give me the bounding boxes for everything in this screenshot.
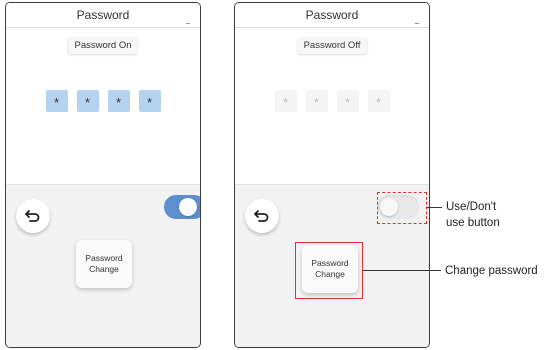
callout-text: use button bbox=[446, 217, 500, 229]
pin-digit: * bbox=[274, 90, 297, 112]
password-change-button[interactable]: Password Change bbox=[76, 240, 132, 288]
button-label: Change bbox=[89, 264, 119, 274]
change-leader-line bbox=[363, 270, 441, 271]
pin-field: * * * * bbox=[235, 90, 429, 112]
control-area: Password Change bbox=[6, 184, 200, 347]
screen-title: Password bbox=[6, 3, 200, 28]
change-highlight-box bbox=[295, 242, 363, 299]
password-status-label: Password Off bbox=[297, 37, 367, 54]
pin-digit[interactable]: * bbox=[76, 90, 99, 112]
back-arrow-icon bbox=[25, 210, 40, 222]
pin-digit[interactable]: * bbox=[45, 90, 68, 112]
pin-field: * * * * bbox=[6, 90, 200, 112]
screen-title: Password bbox=[235, 3, 429, 28]
pin-digit[interactable]: * bbox=[138, 90, 161, 112]
button-label: Password bbox=[85, 253, 123, 263]
toggle-callout: Use/Don't use button bbox=[446, 199, 500, 231]
password-toggle[interactable] bbox=[164, 195, 200, 219]
toggle-knob bbox=[179, 198, 197, 216]
pin-digit: * bbox=[305, 90, 328, 112]
password-status-label: Password On bbox=[68, 37, 138, 54]
back-arrow-icon bbox=[254, 210, 269, 222]
callout-text: Use/Don't bbox=[446, 201, 497, 213]
back-button[interactable] bbox=[245, 199, 279, 233]
pin-digit: * bbox=[336, 90, 359, 112]
pin-digit: * bbox=[367, 90, 390, 112]
pin-digit[interactable]: * bbox=[107, 90, 130, 112]
change-callout: Change password bbox=[445, 265, 538, 277]
toggle-highlight-box bbox=[377, 192, 427, 224]
toggle-leader-line bbox=[427, 207, 442, 208]
back-button[interactable] bbox=[16, 199, 50, 233]
left-screen: Password Password On * * * * Password Ch… bbox=[5, 2, 201, 348]
